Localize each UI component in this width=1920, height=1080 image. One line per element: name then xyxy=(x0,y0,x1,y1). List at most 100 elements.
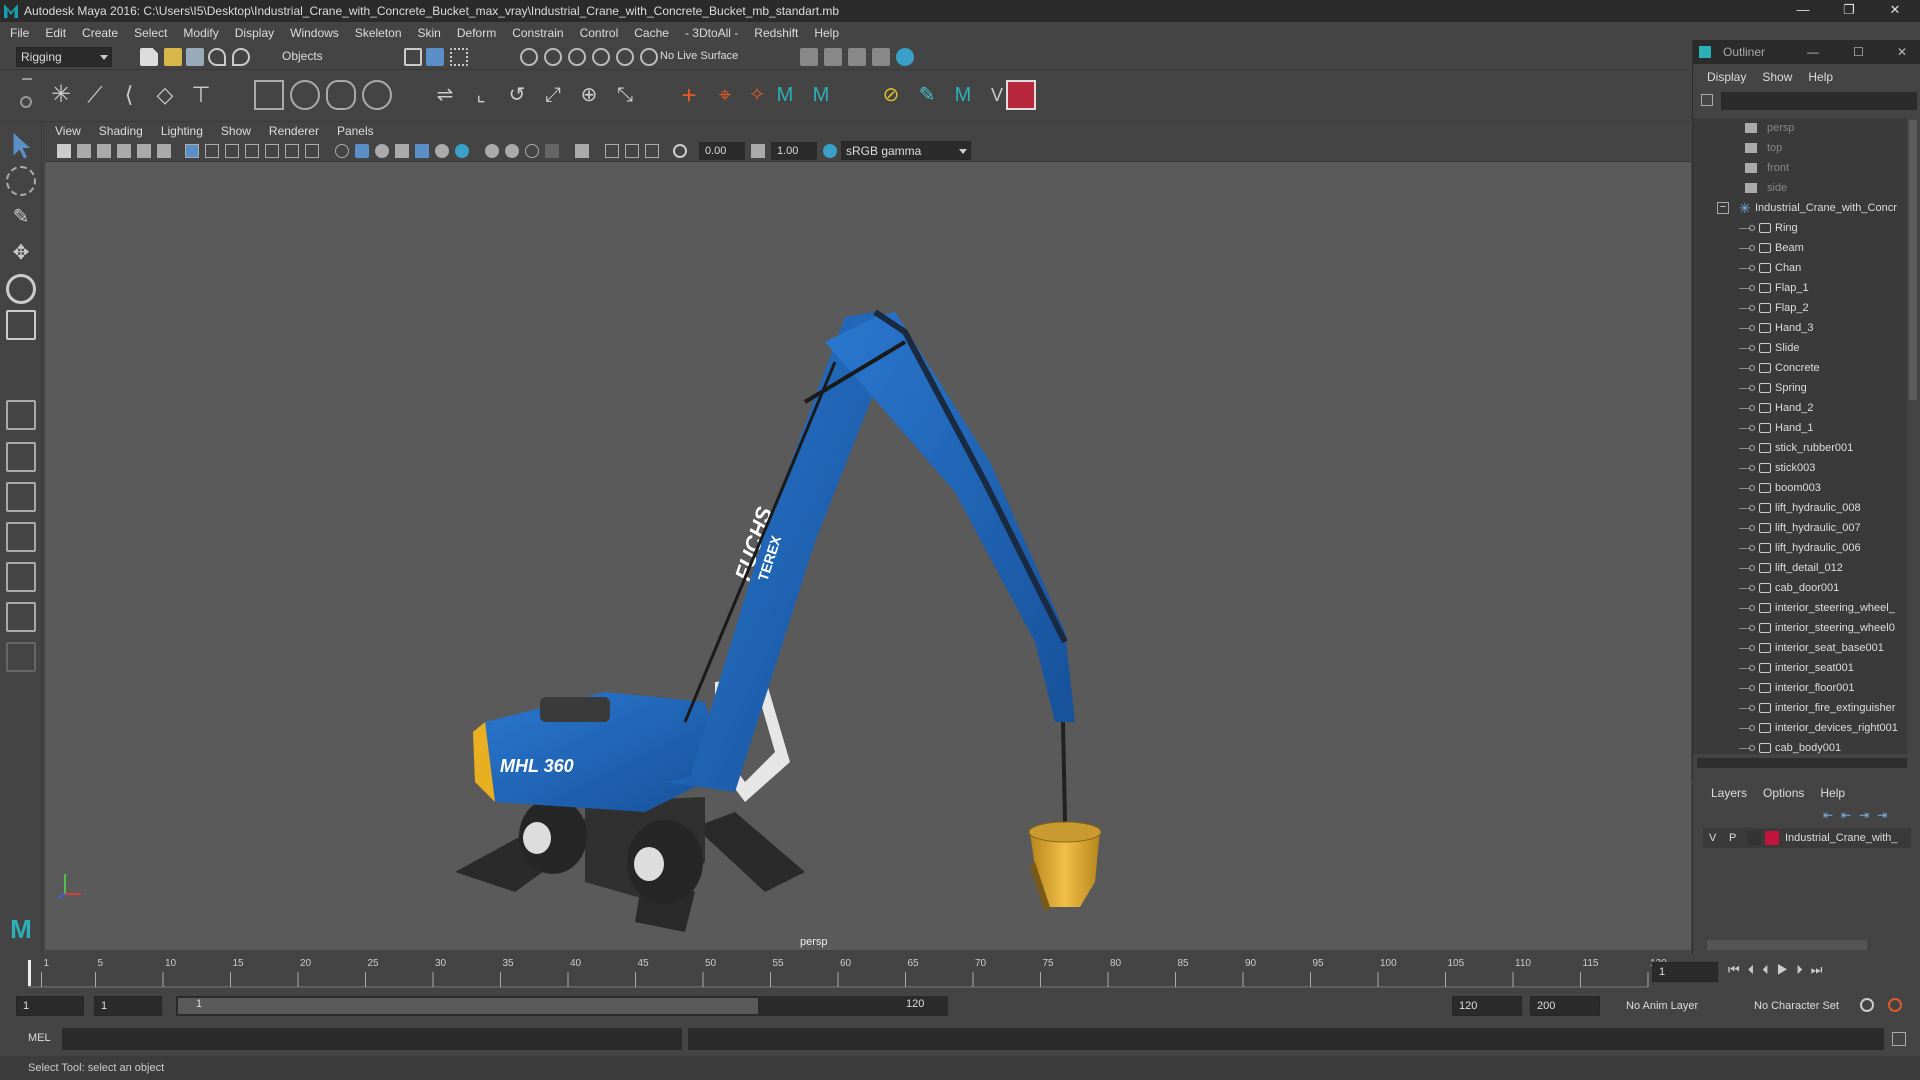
layer-menu-help[interactable]: Help xyxy=(1820,786,1845,800)
outliner-item[interactable]: lift_hydraulic_008 xyxy=(1693,498,1907,518)
character-set-dropdown[interactable]: No Character Set xyxy=(1754,1000,1839,1012)
hypershade-view-icon[interactable] xyxy=(6,602,36,632)
auto-key-icon[interactable] xyxy=(1860,998,1874,1012)
shelf-menu-icon[interactable] xyxy=(22,78,32,80)
outliner-item[interactable]: interior_fire_extinguisher xyxy=(1693,698,1907,718)
collapse-icon[interactable]: − xyxy=(1717,202,1729,214)
snap-point-icon[interactable] xyxy=(568,48,586,66)
outliner-item[interactable]: Slide xyxy=(1693,338,1907,358)
undo-icon[interactable] xyxy=(208,48,226,66)
point-constraint-icon[interactable]: ⌞ xyxy=(466,80,496,110)
selection-mode-dropdown[interactable]: Objects xyxy=(278,47,378,67)
select-component-icon[interactable] xyxy=(450,48,468,66)
close-button[interactable]: ✕ xyxy=(1872,0,1918,22)
menu-3dtoall[interactable]: - 3DtoAll - xyxy=(685,26,738,40)
maximize-button[interactable]: ❐ xyxy=(1826,0,1872,22)
lattice-icon[interactable] xyxy=(326,80,356,110)
ik-handle-icon[interactable]: ⟋ xyxy=(80,80,110,110)
exposure-field[interactable]: 0.00 xyxy=(699,142,745,160)
outliner-item[interactable]: lift_detail_012 xyxy=(1693,558,1907,578)
layer-menu-layers[interactable]: Layers xyxy=(1711,786,1747,800)
select-hierarchy-icon[interactable] xyxy=(404,48,422,66)
wireframe-icon[interactable] xyxy=(335,144,349,158)
gamma-field[interactable]: 1.00 xyxy=(771,142,817,160)
gate-mask-icon[interactable] xyxy=(245,144,259,158)
outliner-maximize-button[interactable]: ☐ xyxy=(1853,40,1864,64)
outliner-item[interactable]: lift_hydraulic_006 xyxy=(1693,538,1907,558)
paint-select-icon[interactable]: ✎ xyxy=(6,202,36,232)
hypershade-icon[interactable] xyxy=(896,48,914,66)
orient-constraint-icon[interactable]: ↺ xyxy=(502,80,532,110)
single-view-icon[interactable] xyxy=(6,400,36,430)
render-frame-icon[interactable] xyxy=(824,48,842,66)
outliner-item[interactable]: Chan xyxy=(1693,258,1907,278)
gamma-icon[interactable] xyxy=(751,144,765,158)
range-slider-handle[interactable] xyxy=(178,998,758,1014)
layer-playback-toggle[interactable]: P xyxy=(1729,828,1736,848)
cluster-icon[interactable] xyxy=(362,80,392,110)
rotate-tool-icon[interactable] xyxy=(6,274,36,304)
outliner-item[interactable]: lift_hydraulic_007 xyxy=(1693,518,1907,538)
anim-prefs-icon[interactable] xyxy=(1888,998,1902,1012)
animation-start-field[interactable]: 1 xyxy=(16,996,84,1016)
outliner-item[interactable]: Flap_1 xyxy=(1693,278,1907,298)
image-plane-icon[interactable] xyxy=(117,144,131,158)
isolate-select-icon[interactable] xyxy=(545,144,559,158)
outliner-search-input[interactable] xyxy=(1721,92,1917,110)
camera-attributes-icon[interactable] xyxy=(77,144,91,158)
outliner-item[interactable]: Flap_2 xyxy=(1693,298,1907,318)
film-gate-icon[interactable] xyxy=(205,144,219,158)
move-tool-icon[interactable]: ✥ xyxy=(6,238,36,268)
range-slider[interactable]: 1 120 xyxy=(176,996,948,1016)
menu-skeleton[interactable]: Skeleton xyxy=(355,26,402,40)
outliner-item[interactable]: Hand_1 xyxy=(1693,418,1907,438)
outliner-item-top[interactable]: top xyxy=(1693,138,1907,158)
lasso-tool-icon[interactable] xyxy=(6,166,36,196)
ipr-render-icon[interactable] xyxy=(848,48,866,66)
backface-culling-icon[interactable] xyxy=(645,144,659,158)
outliner-item[interactable]: Hand_2 xyxy=(1693,398,1907,418)
menu-modify[interactable]: Modify xyxy=(183,26,218,40)
layer-color-swatch[interactable] xyxy=(1765,831,1779,845)
menu-deform[interactable]: Deform xyxy=(457,26,496,40)
menu-select[interactable]: Select xyxy=(134,26,167,40)
vp-menu-view[interactable]: View xyxy=(55,124,81,138)
outliner-menu-display[interactable]: Display xyxy=(1707,70,1746,86)
2d-pan-zoom-icon[interactable] xyxy=(137,144,151,158)
outliner-item[interactable]: interior_seat_base001 xyxy=(1693,638,1907,658)
custom-layout-icon[interactable] xyxy=(6,642,36,672)
anim-layer-dropdown[interactable]: No Anim Layer xyxy=(1626,1000,1698,1012)
shader-icon[interactable] xyxy=(1006,80,1036,110)
menu-redshift[interactable]: Redshift xyxy=(754,26,798,40)
menu-create[interactable]: Create xyxy=(82,26,118,40)
layer-display-type[interactable] xyxy=(1747,831,1761,845)
outliner-vscrollbar[interactable] xyxy=(1909,120,1917,400)
command-input[interactable] xyxy=(62,1028,682,1050)
outliner-item-side[interactable]: side xyxy=(1693,178,1907,198)
vp-menu-shading[interactable]: Shading xyxy=(99,124,143,138)
timeline-ruler[interactable]: 1 5 10 15 20 25 30 35 40 45 50 55 60 65 70 75 80 85 90 95 10… xyxy=(0,954,1690,988)
layer-row[interactable]: V P Industrial_Crane_with_ xyxy=(1703,828,1911,848)
menu-windows[interactable]: Windows xyxy=(290,26,339,40)
set-driven-key-icon[interactable]: ⌖ xyxy=(710,80,740,110)
camera-icon[interactable] xyxy=(57,144,71,158)
resolution-gate-icon[interactable] xyxy=(225,144,239,158)
outliner-item[interactable]: interior_seat001 xyxy=(1693,658,1907,678)
blend-shape-icon[interactable]: ✧ xyxy=(742,80,772,110)
snap-surface-icon[interactable] xyxy=(616,48,634,66)
outliner-item[interactable]: cab_body001 xyxy=(1693,738,1907,754)
render-view-icon[interactable] xyxy=(800,48,818,66)
script-editor-icon[interactable] xyxy=(1892,1032,1906,1046)
outliner-item[interactable]: interior_floor001 xyxy=(1693,678,1907,698)
aim-constraint-icon[interactable]: ⊕ xyxy=(574,80,604,110)
outliner-item[interactable]: stick_rubber001 xyxy=(1693,438,1907,458)
minimize-button[interactable]: — xyxy=(1780,0,1826,22)
menu-display[interactable]: Display xyxy=(235,26,274,40)
layer-menu-options[interactable]: Options xyxy=(1763,786,1804,800)
paint-weights-icon[interactable] xyxy=(290,80,320,110)
select-object-icon[interactable] xyxy=(426,48,444,66)
joint-tool-icon[interactable]: ✳ xyxy=(46,80,76,110)
character-controls-icon[interactable]: M xyxy=(806,80,836,110)
outliner-minimize-button[interactable]: — xyxy=(1807,40,1819,64)
insert-joint-icon[interactable]: ◇ xyxy=(150,80,180,110)
